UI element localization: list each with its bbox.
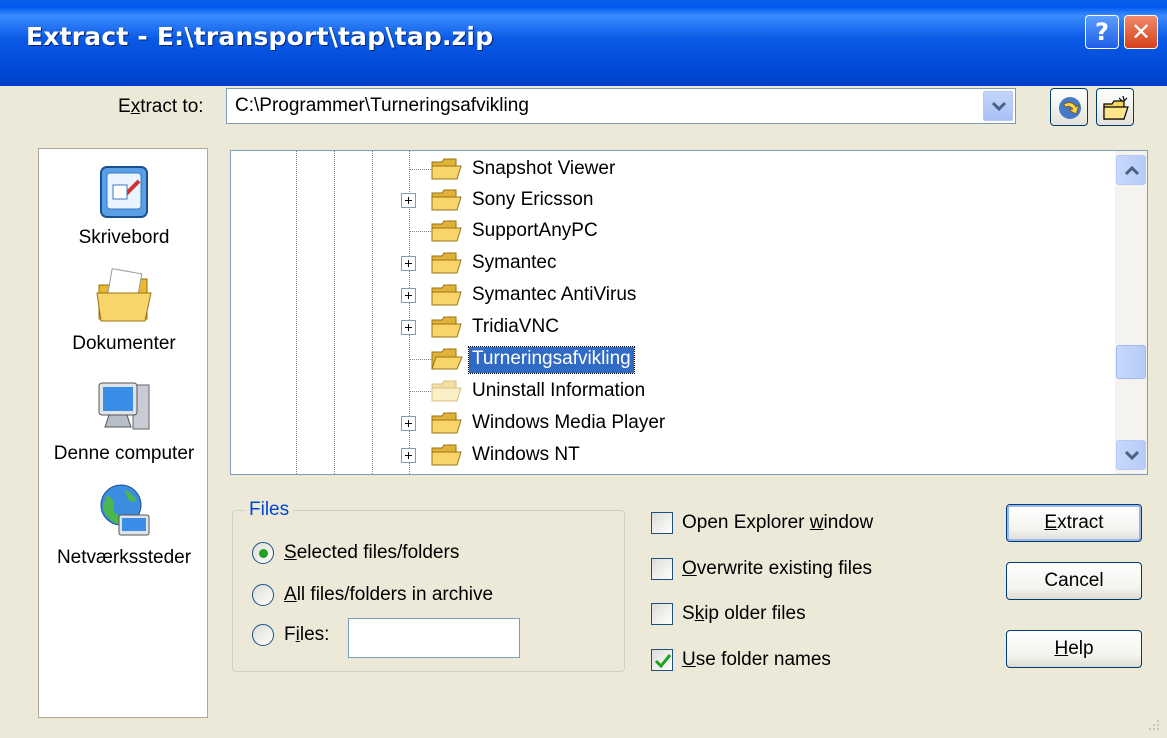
folder-back-icon — [1059, 97, 1081, 119]
tree-connector — [409, 169, 431, 170]
open-explorer-checkbox[interactable] — [651, 512, 673, 534]
tree-item-label: Turneringsafvikling — [468, 346, 635, 374]
all-files-radio[interactable] — [252, 584, 274, 606]
new-folder-icon — [1103, 95, 1129, 120]
use-folder-names-checkbox[interactable] — [651, 649, 673, 671]
place-label: Netværkssteder — [56, 547, 192, 568]
help-button[interactable]: Help — [1006, 630, 1142, 668]
open-explorer-label[interactable]: Open Explorer window — [682, 512, 873, 534]
files-pattern-input[interactable] — [348, 618, 520, 658]
expand-plus-icon[interactable] — [401, 320, 416, 335]
folder-icon — [431, 444, 462, 466]
checkmark-icon — [654, 654, 672, 669]
combo-dropdown-button[interactable] — [983, 91, 1013, 121]
cancel-button[interactable]: Cancel — [1006, 562, 1142, 600]
chevron-down-icon — [992, 102, 1006, 112]
chevron-down-icon — [1125, 451, 1139, 461]
expand-plus-icon[interactable] — [401, 193, 416, 208]
extract-to-combobox[interactable]: C:\Programmer\Turneringsafvikling — [226, 88, 1016, 124]
place-label: Dokumenter — [72, 333, 176, 354]
overwrite-label[interactable]: Overwrite existing files — [682, 558, 872, 580]
tree-item[interactable]: Snapshot Viewer — [231, 153, 1111, 184]
files-pattern-label[interactable]: Files: — [284, 624, 329, 646]
folder-icon — [431, 412, 462, 434]
folder-icon — [431, 189, 462, 211]
place-my-computer[interactable]: Denne computer — [39, 377, 209, 465]
tree-item[interactable]: Windows NT — [231, 439, 1111, 470]
folder-icon — [431, 220, 462, 242]
extract-dialog: Extract - E:\transport\tap\tap.zip ? ✕ E… — [0, 0, 1167, 738]
place-documents[interactable]: Dokumenter — [39, 267, 209, 355]
chevron-up-icon — [1125, 166, 1139, 176]
tree-item-label: Snapshot Viewer — [472, 158, 616, 179]
open-folder-icon — [431, 348, 463, 370]
help-title-button[interactable]: ? — [1085, 15, 1119, 49]
selected-files-radio[interactable] — [252, 542, 274, 564]
tree-item[interactable]: Symantec — [231, 247, 1111, 278]
close-button[interactable]: ✕ — [1124, 15, 1158, 49]
folder-icon — [431, 284, 462, 306]
tree-item-label: SupportAnyPC — [472, 220, 598, 241]
tree-scrollbar[interactable] — [1115, 151, 1147, 474]
tree-connector — [409, 231, 431, 232]
scroll-thumb[interactable] — [1116, 345, 1146, 379]
skip-older-checkbox[interactable] — [651, 603, 673, 625]
network-places-icon — [100, 484, 150, 536]
new-folder-button[interactable] — [1096, 88, 1134, 126]
tree-item-label: Symantec — [472, 252, 557, 273]
folder-faded-icon — [431, 380, 462, 402]
scroll-down-button[interactable] — [1116, 440, 1146, 470]
tree-item[interactable]: Symantec AntiVirus — [231, 279, 1111, 310]
tree-item[interactable]: Sony Ericsson — [231, 184, 1111, 215]
tree-item-label: Windows Media Player — [472, 412, 666, 433]
window-title: Extract - E:\transport\tap\tap.zip — [26, 22, 494, 51]
tree-item[interactable]: Uninstall Information — [231, 375, 1111, 406]
selected-files-label[interactable]: Selected files/folders — [284, 542, 459, 564]
expand-plus-icon[interactable] — [401, 448, 416, 463]
extract-to-label: Extract to: — [118, 96, 204, 117]
expand-plus-icon[interactable] — [401, 416, 416, 431]
tree-item-label: Uninstall Information — [472, 380, 646, 401]
documents-folder-icon — [96, 268, 152, 322]
extract-to-value: C:\Programmer\Turneringsafvikling — [235, 95, 529, 116]
expand-plus-icon[interactable] — [401, 288, 416, 303]
my-computer-icon — [98, 382, 150, 430]
folder-tree[interactable]: Snapshot Viewer Sony Ericsson SupportAny… — [230, 150, 1148, 475]
folder-icon — [431, 316, 462, 338]
extract-button[interactable]: Extract — [1006, 504, 1142, 542]
tree-item-label: Sony Ericsson — [472, 189, 594, 210]
all-files-label[interactable]: All files/folders in archive — [284, 584, 493, 606]
tree-item-label: Symantec AntiVirus — [472, 284, 637, 305]
title-bar[interactable]: Extract - E:\transport\tap\tap.zip ? ✕ — [0, 0, 1167, 86]
files-group-title: Files — [245, 499, 294, 521]
overwrite-checkbox[interactable] — [651, 558, 673, 580]
tree-item-selected[interactable]: Turneringsafvikling — [231, 343, 1111, 374]
skip-older-label[interactable]: Skip older files — [682, 603, 806, 625]
expand-plus-icon[interactable] — [401, 256, 416, 271]
place-network[interactable]: Netværkssteder — [39, 481, 209, 569]
place-label: Denne computer — [53, 443, 195, 464]
desktop-icon — [100, 166, 148, 218]
go-back-folder-button[interactable] — [1050, 88, 1088, 126]
place-label: Skrivebord — [78, 227, 170, 248]
tree-connector — [409, 359, 431, 360]
place-desktop[interactable]: Skrivebord — [39, 161, 209, 249]
places-bar: Skrivebord Dokumenter Denne computer Net… — [38, 148, 208, 718]
tree-item[interactable]: Windows Media Player — [231, 407, 1111, 438]
tree-connector — [409, 391, 431, 392]
files-pattern-radio[interactable] — [252, 624, 274, 646]
scroll-up-button[interactable] — [1116, 155, 1146, 185]
use-folder-names-label[interactable]: Use folder names — [682, 649, 831, 671]
tree-item-label: TridiaVNC — [472, 316, 559, 337]
folder-icon — [431, 252, 462, 274]
resize-grip-icon[interactable] — [1145, 716, 1161, 732]
folder-icon — [431, 158, 462, 180]
tree-item[interactable]: TridiaVNC — [231, 311, 1111, 342]
tree-item[interactable]: SupportAnyPC — [231, 215, 1111, 246]
tree-item-label: Windows NT — [472, 444, 580, 465]
